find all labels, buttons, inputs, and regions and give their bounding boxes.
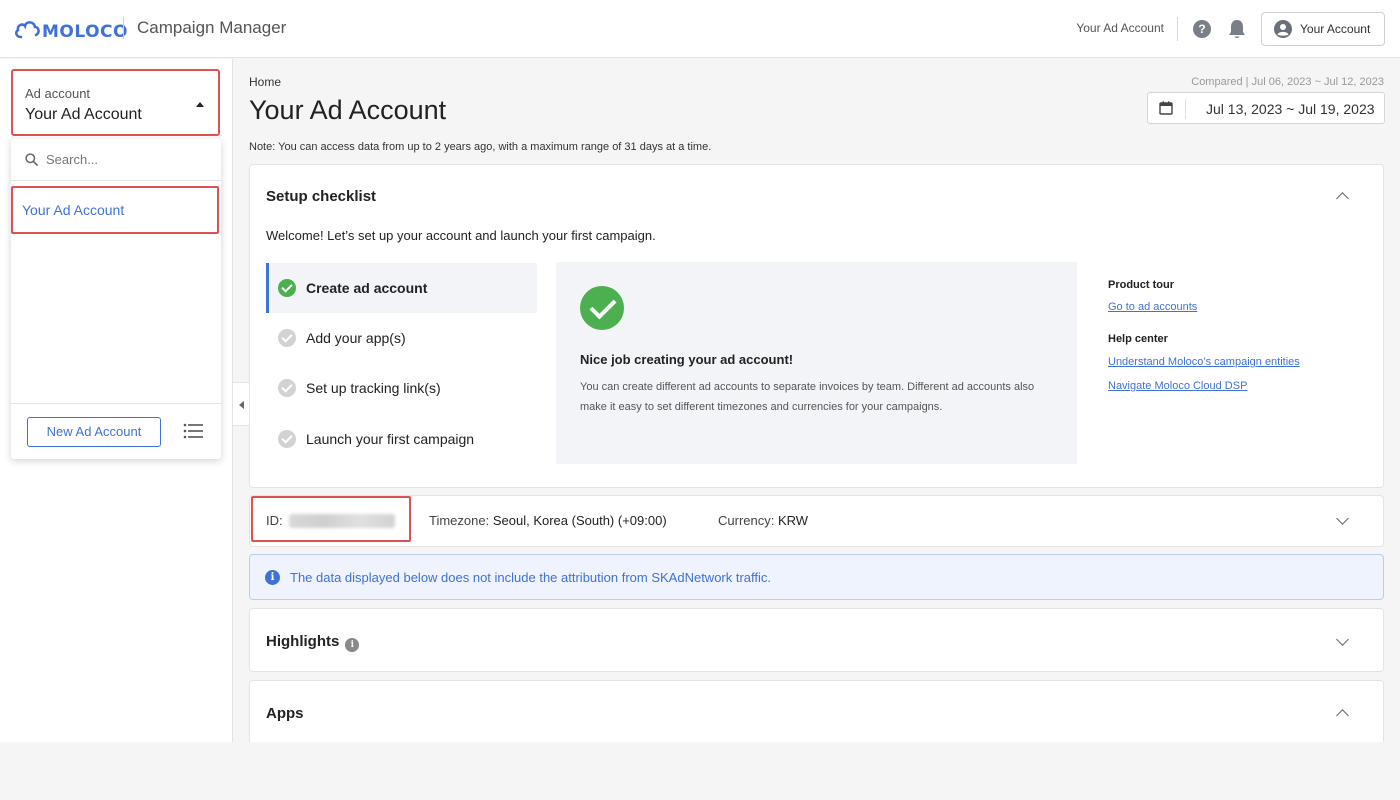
logo-text: MOLOCO (42, 22, 128, 42)
list-icon[interactable] (183, 422, 203, 440)
chevron-left-icon (239, 401, 244, 409)
moloco-logo[interactable]: MOLOCO (14, 12, 128, 46)
step-label: Create ad account (306, 280, 428, 296)
bottom-area (0, 742, 1400, 800)
logo-divider (123, 17, 124, 39)
timezone-label: Timezone: (429, 513, 490, 528)
success-check-icon (580, 286, 624, 330)
caret-up-icon (196, 102, 204, 107)
check-circle-icon (278, 379, 296, 397)
dropdown-search (11, 139, 221, 181)
timezone-info: Timezone: Seoul, Korea (South) (+09:00) (429, 513, 667, 528)
highlights-title: Highlights i (266, 633, 360, 652)
step-label: Set up tracking link(s) (306, 380, 441, 396)
step-detail-panel: Nice job creating your ad account! You c… (556, 262, 1077, 464)
currency-info: Currency: KRW (718, 513, 808, 528)
step-create-ad-account[interactable]: Create ad account (266, 263, 537, 313)
info-icon: i (265, 570, 280, 585)
dropdown-footer: New Ad Account (11, 403, 221, 459)
top-bar: MOLOCO Campaign Manager Your Ad Account … (0, 0, 1400, 58)
new-ad-account-button[interactable]: New Ad Account (27, 417, 161, 447)
account-button[interactable]: Your Account (1261, 12, 1385, 46)
apps-title: Apps (266, 705, 304, 722)
currency-label: Currency: (718, 513, 775, 528)
timezone-value: Seoul, Korea (South) (+09:00) (492, 513, 667, 528)
currency-value: KRW (777, 513, 809, 528)
check-circle-icon (278, 329, 296, 347)
navigate-dsp-link[interactable]: Navigate Moloco Cloud DSP (1108, 380, 1368, 392)
search-input[interactable] (46, 152, 196, 167)
breadcrumb[interactable]: Home (249, 75, 281, 89)
setup-checklist-card: Setup checklist Welcome! Let’s set up yo… (249, 164, 1384, 488)
bell-icon[interactable] (1227, 18, 1247, 40)
step-launch-campaign[interactable]: Launch your first campaign (266, 414, 537, 464)
calendar-icon (1159, 101, 1173, 115)
account-id-box: ID: (251, 496, 411, 542)
account-id-redacted (289, 514, 395, 528)
help-center-header: Help center (1108, 333, 1168, 345)
ad-account-select-caption: Ad account (25, 86, 91, 101)
ad-account-select[interactable]: Ad account Your Ad Account (11, 69, 220, 136)
campaign-entities-link[interactable]: Understand Moloco’s campaign entities (1108, 356, 1368, 368)
step-label: Launch your first campaign (306, 431, 475, 447)
help-links: Product tour Go to ad accounts Help cent… (1108, 279, 1368, 392)
skadnetwork-info-banner: i The data displayed below does not incl… (249, 554, 1384, 600)
check-circle-icon (278, 430, 296, 448)
date-picker-divider (1185, 99, 1186, 119)
date-range-picker[interactable]: Jul 13, 2023 ~ Jul 19, 2023 (1147, 92, 1385, 124)
date-range-value: Jul 13, 2023 ~ Jul 19, 2023 (1206, 101, 1375, 117)
step-tracking-links[interactable]: Set up tracking link(s) (266, 363, 537, 413)
account-info-card: ID: Timezone: Seoul, Korea (South) (+09:… (249, 495, 1384, 547)
go-to-ad-accounts-link[interactable]: Go to ad accounts (1108, 301, 1368, 313)
setup-welcome-text: Welcome! Let’s set up your account and l… (266, 228, 656, 243)
chevron-down-icon[interactable] (1336, 633, 1349, 646)
account-button-label: Your Account (1300, 22, 1371, 36)
product-tour-header: Product tour (1108, 279, 1174, 291)
step-detail-title: Nice job creating your ad account! (580, 352, 794, 367)
search-icon (25, 153, 38, 166)
ad-account-select-value: Your Ad Account (25, 106, 142, 123)
header-divider (1177, 17, 1178, 41)
date-range-note: Note: You can access data from up to 2 y… (249, 141, 712, 153)
step-detail-body: You can create different ad accounts to … (580, 381, 1035, 413)
step-add-apps[interactable]: Add your app(s) (266, 313, 537, 363)
chevron-up-icon[interactable] (1336, 709, 1349, 722)
highlights-title-text: Highlights (266, 633, 340, 650)
chevron-down-icon[interactable] (1336, 512, 1349, 525)
chevron-up-icon[interactable] (1336, 192, 1349, 205)
dropdown-item-your-ad-account[interactable]: Your Ad Account (11, 186, 219, 234)
info-banner-text: The data displayed below does not includ… (290, 570, 772, 585)
account-id-label: ID: (266, 513, 283, 528)
apps-card[interactable]: Apps (249, 680, 1384, 742)
info-icon[interactable]: i (345, 638, 360, 652)
current-ad-account-label[interactable]: Your Ad Account (1076, 21, 1164, 35)
highlights-card[interactable]: Highlights i (249, 608, 1384, 672)
setup-checklist-title: Setup checklist (266, 188, 377, 205)
user-icon (1274, 20, 1292, 38)
help-icon[interactable]: ? (1193, 20, 1211, 38)
check-circle-icon (278, 279, 296, 297)
page-title: Your Ad Account (249, 95, 447, 125)
ad-account-dropdown: Your Ad Account New Ad Account (11, 139, 221, 459)
step-label: Add your app(s) (306, 330, 406, 346)
cloud-logo-icon (15, 21, 40, 39)
app-title: Campaign Manager (137, 18, 287, 37)
compared-range: Compared | Jul 06, 2023 ~ Jul 12, 2023 (1191, 76, 1384, 88)
